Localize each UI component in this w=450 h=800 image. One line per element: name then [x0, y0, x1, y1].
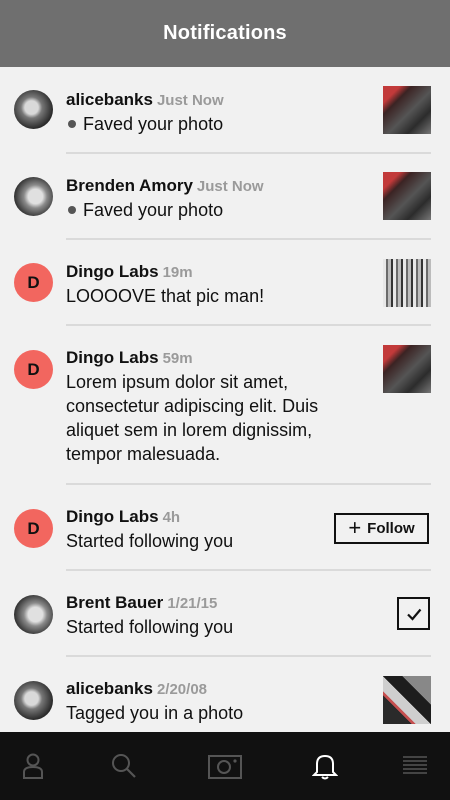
user-name[interactable]: alicebanks [66, 90, 153, 109]
user-name[interactable]: alicebanks [66, 679, 153, 698]
menu-icon [403, 756, 427, 774]
avatar-letter: D [27, 359, 40, 379]
notification-text: Lorem ipsum dolor sit amet, consectetur … [66, 372, 319, 464]
checkmark-icon [406, 608, 421, 621]
notification-item[interactable]: Brent Bauer 1/21/15 Started following you [0, 571, 450, 657]
photo-thumbnail[interactable] [383, 259, 431, 307]
tab-profile[interactable] [0, 732, 78, 800]
notification-text: Started following you [66, 617, 234, 637]
notification-item[interactable]: Brenden Amory Just Now Faved your photo [0, 154, 450, 240]
notification-text: LOOOOVE that pic man! [66, 286, 265, 306]
avatar[interactable] [14, 90, 53, 129]
header: Notifications [0, 0, 450, 67]
notification-item[interactable]: D Dingo Labs 4h Started following you + F… [0, 485, 450, 571]
tab-notifications[interactable] [280, 732, 370, 800]
avatar-letter: D [27, 518, 40, 538]
avatar-letter: D [27, 272, 40, 292]
follow-label: Follow [367, 520, 415, 537]
avatar[interactable] [14, 681, 53, 720]
user-name[interactable]: Brent Bauer [66, 593, 163, 612]
photo-thumbnail[interactable] [383, 345, 431, 393]
user-name[interactable]: Dingo Labs [66, 262, 159, 281]
notification-text: Faved your photo [83, 114, 224, 134]
search-icon [112, 754, 136, 778]
avatar[interactable]: D [14, 350, 53, 389]
following-button[interactable] [397, 597, 430, 630]
page-title: Notifications [163, 22, 287, 44]
plus-icon: + [348, 514, 362, 540]
tab-search[interactable] [79, 732, 169, 800]
notification-text: Tagged you in a photo [66, 703, 244, 723]
notification-item[interactable]: D Dingo Labs 59m Lorem ipsum dolor sit am… [0, 326, 450, 485]
bell-icon [312, 754, 338, 780]
avatar[interactable]: D [14, 509, 53, 548]
notification-item[interactable]: alicebanks Just Now Faved your photo [0, 67, 450, 154]
user-name[interactable]: Dingo Labs [66, 507, 159, 526]
notification-item[interactable]: D Dingo Labs 19m LOOOOVE that pic man! [0, 240, 450, 326]
user-name[interactable]: Dingo Labs [66, 348, 159, 367]
notification-text: Started following you [66, 531, 234, 551]
notification-text: Faved your photo [83, 200, 224, 220]
tab-menu[interactable] [370, 732, 450, 800]
follow-button[interactable]: + Follow [334, 513, 429, 544]
timestamp: 19m [162, 264, 193, 281]
timestamp: 4h [162, 509, 181, 526]
profile-icon [23, 753, 43, 779]
bullet-icon [68, 206, 76, 215]
notification-list[interactable]: alicebanks Just Now Faved your photo Bren… [0, 67, 450, 732]
timestamp: 59m [162, 350, 193, 367]
bullet-icon [68, 120, 76, 129]
tab-bar [0, 732, 450, 800]
timestamp: 2/20/08 [156, 681, 207, 698]
timestamp: Just Now [196, 178, 264, 195]
photo-thumbnail[interactable] [383, 676, 431, 724]
photo-thumbnail[interactable] [383, 172, 431, 220]
camera-icon [208, 755, 242, 779]
user-name[interactable]: Brenden Amory [66, 176, 193, 195]
avatar[interactable] [14, 595, 53, 634]
photo-thumbnail[interactable] [383, 86, 431, 134]
notification-item[interactable]: alicebanks 2/20/08 Tagged you in a photo [0, 657, 450, 732]
avatar[interactable]: D [14, 263, 53, 302]
tab-camera[interactable] [180, 732, 270, 800]
timestamp: Just Now [156, 92, 224, 109]
timestamp: 1/21/15 [167, 595, 218, 612]
avatar[interactable] [14, 177, 53, 216]
